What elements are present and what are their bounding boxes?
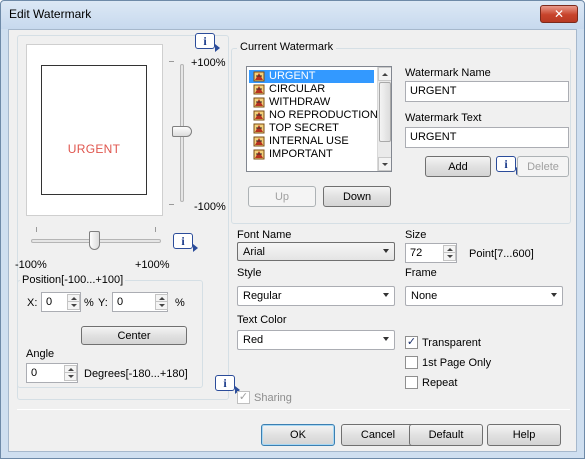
first-page-only-checkbox[interactable] xyxy=(405,356,418,369)
scroll-thumb[interactable] xyxy=(379,82,391,142)
frame-dropdown[interactable]: None xyxy=(405,286,563,306)
title-bar[interactable]: Edit Watermark ✕ xyxy=(1,1,584,29)
y-unit-label: % xyxy=(175,297,185,309)
transparent-label: Transparent xyxy=(422,337,481,349)
close-icon: ✕ xyxy=(553,7,565,21)
watermark-list-item-label: IMPORTANT xyxy=(269,148,333,160)
angle-unit-label: Degrees[-180...+180] xyxy=(84,368,188,380)
horizontal-max-label: +100% xyxy=(135,259,170,271)
font-name-label: Font Name xyxy=(237,229,292,241)
add-button[interactable]: Add xyxy=(425,156,491,177)
watermark-name-input[interactable]: URGENT xyxy=(405,81,569,102)
x-label: X: xyxy=(27,297,38,309)
info-icon[interactable]: i xyxy=(215,375,240,394)
watermark-name-label: Watermark Name xyxy=(405,67,491,79)
first-page-only-label: 1st Page Only xyxy=(422,357,492,369)
info-icon[interactable]: i xyxy=(195,33,220,52)
scroll-up-button[interactable] xyxy=(378,67,391,81)
preview-watermark-text: URGENT xyxy=(67,142,121,156)
frame-label: Frame xyxy=(405,267,437,279)
size-label: Size xyxy=(405,229,427,241)
down-button[interactable]: Down xyxy=(323,186,391,207)
watermark-icon xyxy=(253,136,265,147)
vertical-min-label: -100% xyxy=(194,201,226,213)
footer-divider xyxy=(17,409,570,410)
ok-button[interactable]: OK xyxy=(261,424,335,446)
x-unit-label: % xyxy=(84,297,94,309)
sharing-checkbox[interactable]: ✓ xyxy=(237,391,250,404)
watermark-icon xyxy=(253,149,265,160)
scroll-down-button[interactable] xyxy=(378,157,391,171)
watermark-list-item-label: NO REPRODUCTION xyxy=(269,109,378,121)
delete-button[interactable]: Delete xyxy=(517,156,569,177)
position-label: Position[-100...+100] xyxy=(20,274,126,286)
watermark-icon xyxy=(253,110,265,121)
watermark-list-item[interactable]: INTERNAL USE xyxy=(249,135,374,148)
cancel-button[interactable]: Cancel xyxy=(341,424,415,446)
watermark-list[interactable]: URGENT CIRCULAR WITHDRAW NO REPRODUCTION TOP… xyxy=(246,66,392,172)
watermark-list-item[interactable]: CIRCULAR xyxy=(249,83,374,96)
x-position-spinner[interactable] xyxy=(67,294,80,310)
watermark-list-item-label: URGENT xyxy=(269,70,316,82)
watermark-icon xyxy=(253,71,265,82)
horizontal-position-slider[interactable] xyxy=(89,231,100,250)
up-button[interactable]: Up xyxy=(248,186,316,207)
close-button[interactable]: ✕ xyxy=(540,5,578,23)
watermark-text-input[interactable]: URGENT xyxy=(405,127,569,148)
watermark-list-item-label: INTERNAL USE xyxy=(269,135,349,147)
size-spinner[interactable] xyxy=(443,245,456,261)
preview-page: URGENT xyxy=(41,65,147,195)
dialog-body: URGENT i +100% -100% i -100% +100% Posit… xyxy=(8,29,577,452)
center-button[interactable]: Center xyxy=(81,326,187,345)
size-unit-label: Point[7...600] xyxy=(469,248,534,260)
repeat-label: Repeat xyxy=(422,377,458,389)
watermark-list-item-label: WITHDRAW xyxy=(269,96,331,108)
transparent-checkbox[interactable]: ✓ xyxy=(405,336,418,349)
y-label: Y: xyxy=(98,297,108,309)
angle-label: Angle xyxy=(26,348,55,360)
y-position-spinner[interactable] xyxy=(155,294,168,310)
watermark-list-item[interactable]: IMPORTANT xyxy=(249,148,374,161)
info-icon[interactable]: i xyxy=(496,156,521,175)
current-watermark-label: Current Watermark xyxy=(237,41,337,53)
window-title: Edit Watermark xyxy=(9,7,92,21)
preview-frame: URGENT xyxy=(26,44,163,216)
watermark-list-item[interactable]: NO REPRODUCTION xyxy=(249,109,378,122)
style-dropdown[interactable]: Regular xyxy=(237,286,395,306)
edit-watermark-dialog: Edit Watermark ✕ URGENT i +100% -100% i … xyxy=(0,0,585,459)
watermark-list-scrollbar[interactable] xyxy=(377,67,391,171)
horizontal-min-label: -100% xyxy=(15,259,47,271)
watermark-list-item[interactable]: TOP SECRET xyxy=(249,122,374,135)
watermark-icon xyxy=(253,97,265,108)
watermark-list-item-label: CIRCULAR xyxy=(269,83,326,95)
watermark-list-item-label: TOP SECRET xyxy=(269,122,339,134)
watermark-list-item[interactable]: WITHDRAW xyxy=(249,96,374,109)
font-name-dropdown[interactable]: Arial xyxy=(237,242,395,261)
default-button[interactable]: Default xyxy=(409,424,483,446)
watermark-icon xyxy=(253,123,265,134)
info-icon[interactable]: i xyxy=(173,233,198,252)
text-color-dropdown[interactable]: Red xyxy=(237,330,395,350)
text-color-label: Text Color xyxy=(237,314,287,326)
style-label: Style xyxy=(237,267,262,279)
watermark-text-label: Watermark Text xyxy=(405,112,482,124)
sharing-label: Sharing xyxy=(254,392,292,404)
watermark-icon xyxy=(253,84,265,95)
watermark-list-item[interactable]: URGENT xyxy=(249,70,374,83)
repeat-checkbox[interactable] xyxy=(405,376,418,389)
vertical-max-label: +100% xyxy=(191,57,226,69)
help-button[interactable]: Help xyxy=(487,424,561,446)
vertical-position-slider[interactable] xyxy=(172,126,192,137)
angle-spinner[interactable] xyxy=(64,365,77,381)
